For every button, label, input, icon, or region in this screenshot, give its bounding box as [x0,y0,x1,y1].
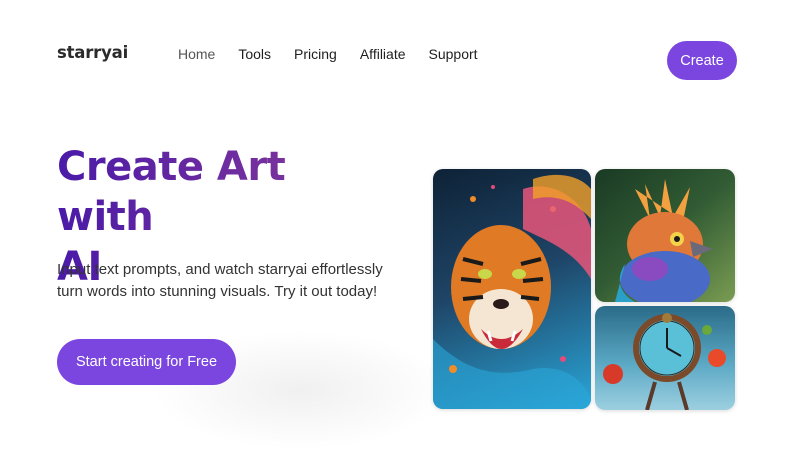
clock-artwork-graphic [603,313,726,410]
nav-tools[interactable]: Tools [238,45,271,63]
logo[interactable]: starryai [57,43,128,62]
main-nav: Home Tools Pricing Affiliate Support [178,45,501,63]
tiger-artwork-image [433,169,591,409]
nav-support[interactable]: Support [429,45,478,63]
hero-subtitle: Input text prompts, and watch starryai e… [57,261,383,300]
nav-pricing[interactable]: Pricing [294,45,337,63]
start-creating-button[interactable]: Start creating for Free [57,339,236,385]
create-button[interactable]: Create [667,41,737,80]
nav-home[interactable]: Home [178,45,215,63]
hero-title-line1: Create Art with [57,144,286,240]
clock-artwork-image [595,306,735,410]
bird-artwork-graphic [615,179,713,302]
tiger-artwork-graphic [433,174,591,409]
nav-affiliate[interactable]: Affiliate [360,45,406,63]
bird-artwork-image [595,169,735,302]
